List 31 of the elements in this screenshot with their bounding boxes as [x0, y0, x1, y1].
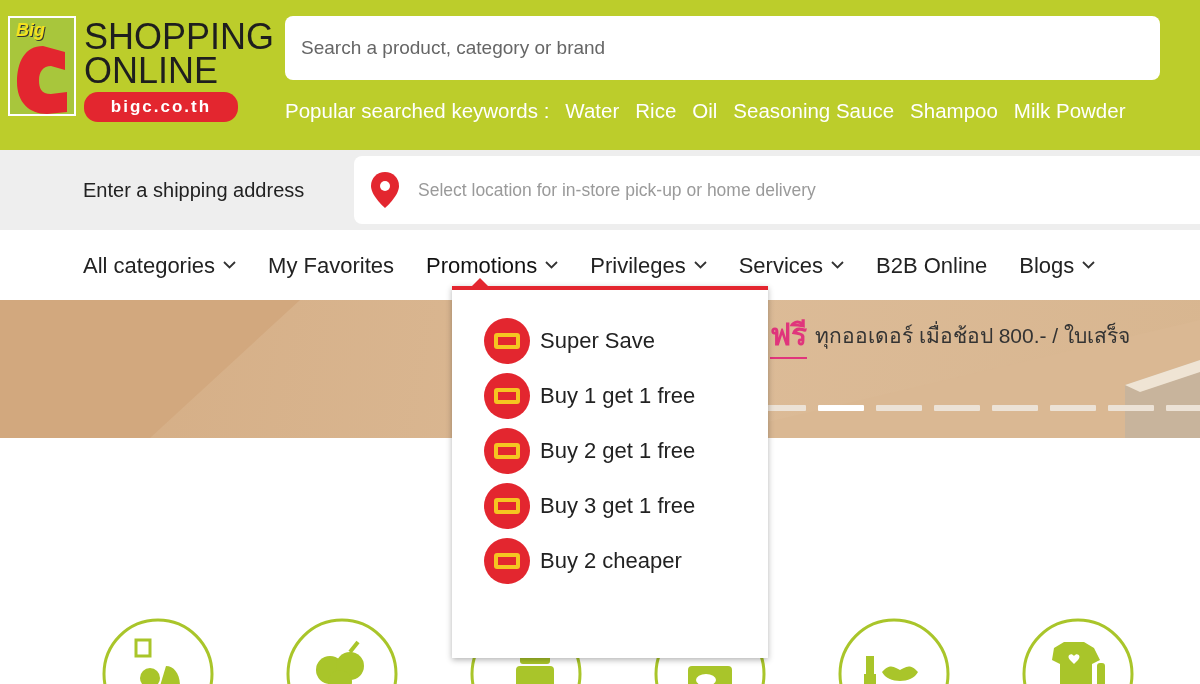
nav-tab[interactable]: Services — [738, 248, 844, 282]
logo-domain: bigc.co.th — [84, 92, 238, 122]
nav-tab[interactable]: All categories — [83, 248, 237, 282]
carousel-indicator[interactable] — [992, 405, 1038, 411]
location-pin-icon — [370, 171, 400, 209]
promo-badge-icon — [484, 482, 530, 529]
nav-tab[interactable]: My Favorites — [268, 248, 394, 282]
shipping-label: Enter a shipping address — [82, 178, 306, 203]
location-input[interactable]: Select location for in-store pick-up or home delivery — [416, 175, 1184, 205]
nav-tab[interactable]: Promotions — [426, 248, 559, 282]
nav-tab[interactable]: B2B Online — [876, 248, 988, 282]
carousel-indicator[interactable] — [934, 405, 980, 411]
promo-badge-icon — [484, 537, 530, 584]
promo-text: ทุกออเดอร์ เมื่อช้อป 800.- / ใบเสร็จ — [815, 320, 1131, 351]
search-field[interactable]: Search a product, category or brand — [285, 16, 1160, 80]
carousel-indicator[interactable] — [876, 405, 922, 411]
logo-text: ONLINE — [84, 54, 220, 88]
location-field[interactable]: Select location for in-store pick-up or home delivery — [354, 156, 1200, 224]
logo-text: Big — [16, 20, 45, 41]
promo-badge-icon — [484, 427, 530, 474]
logo-text: SHOPPING — [84, 20, 275, 54]
nav-tab[interactable]: Privileges — [590, 248, 707, 282]
promo-badge-icon — [484, 317, 530, 364]
carousel-indicator[interactable] — [1166, 405, 1200, 411]
carousel-indicator[interactable] — [818, 405, 864, 411]
promo-badge-icon — [484, 372, 530, 419]
carousel-indicator[interactable] — [1050, 405, 1096, 411]
carousel-indicator[interactable] — [1108, 405, 1154, 411]
keywords-label: Popular searched keywords : — [285, 98, 550, 124]
nav-tab[interactable]: Blogs — [1019, 248, 1096, 282]
promo-highlight: ฟรี — [770, 312, 807, 359]
